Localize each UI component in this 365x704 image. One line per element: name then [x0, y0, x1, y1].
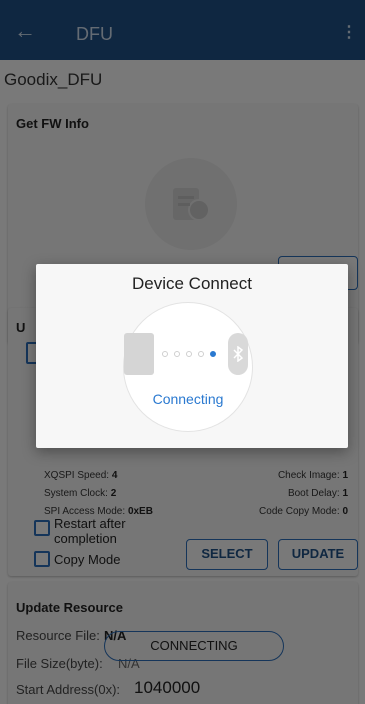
- connecting-animation: Connecting: [123, 302, 253, 432]
- progress-dot: [174, 351, 180, 357]
- progress-dots: [162, 349, 222, 359]
- progress-dot-active: [210, 351, 216, 357]
- progress-dot: [186, 351, 192, 357]
- dialog-title: Device Connect: [131, 274, 252, 293]
- device-connect-dialog: Device Connect Connecting: [36, 264, 348, 448]
- progress-dot: [198, 351, 204, 357]
- phone-icon: [124, 333, 154, 375]
- progress-dot: [162, 351, 168, 357]
- connecting-status: Connecting: [152, 391, 224, 407]
- bluetooth-icon: [228, 333, 248, 375]
